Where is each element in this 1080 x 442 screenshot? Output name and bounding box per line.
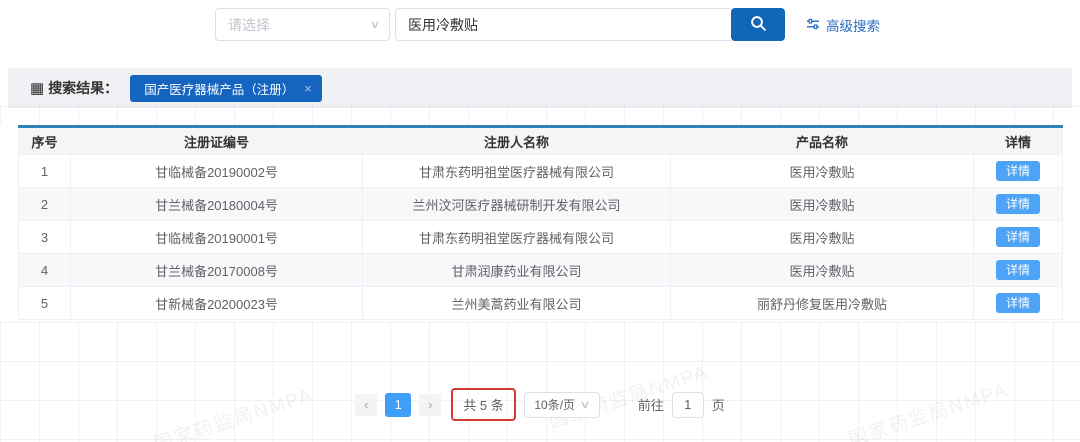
detail-button[interactable]: 详情 (996, 227, 1040, 247)
goto-page-input[interactable] (672, 392, 704, 418)
category-select-placeholder: 请选择 (228, 15, 270, 35)
filter-tag-label: 国产医疗器械产品（注册） (144, 79, 294, 98)
goto-label: 前往 (638, 395, 664, 414)
pagination: ‹ 1 › 共 5 条 10条/页 ∨ 前往 页 (0, 388, 1080, 421)
cell-detail: 详情 (974, 188, 1063, 221)
cell-cert-no: 甘新械备20200023号 (71, 287, 363, 320)
detail-button[interactable]: 详情 (996, 161, 1040, 181)
cell-no: 3 (19, 221, 71, 254)
cell-registrant: 甘肃东药明祖堂医疗器械有限公司 (363, 221, 671, 254)
grid-watermark-strip (0, 106, 1080, 125)
table-row: 2 甘兰械备20180004号 兰州汶河医疗器械研制开发有限公司 医用冷敷贴 详… (19, 188, 1063, 221)
cell-cert-no: 甘临械备20190001号 (71, 221, 363, 254)
header-cert-no: 注册证编号 (71, 127, 363, 155)
cell-cert-no: 甘临械备20190002号 (71, 155, 363, 188)
cell-detail: 详情 (974, 287, 1063, 320)
chevron-down-icon: ∨ (579, 398, 590, 411)
page-size-value: 10条/页 (534, 396, 575, 413)
cell-product: 医用冷敷贴 (671, 188, 974, 221)
table-header: 序号 注册证编号 注册人名称 产品名称 详情 (19, 127, 1063, 155)
prev-page-button[interactable]: ‹ (355, 394, 377, 416)
annotation-red-box: 共 5 条 (451, 388, 515, 421)
table-body: 1 甘临械备20190002号 甘肃东药明祖堂医疗器械有限公司 医用冷敷贴 详情… (19, 155, 1063, 320)
cell-registrant: 甘肃东药明祖堂医疗器械有限公司 (363, 155, 671, 188)
cell-registrant: 兰州美蒿药业有限公司 (363, 287, 671, 320)
table-row: 3 甘临械备20190001号 甘肃东药明祖堂医疗器械有限公司 医用冷敷贴 详情 (19, 221, 1063, 254)
grid-watermark-zone (0, 322, 1080, 442)
cell-no: 2 (19, 188, 71, 221)
header-product: 产品名称 (671, 127, 974, 155)
page-size-select[interactable]: 10条/页 ∨ (524, 392, 600, 418)
filter-sliders-icon (806, 17, 820, 34)
cell-product: 医用冷敷贴 (671, 221, 974, 254)
next-page-button[interactable]: › (419, 394, 441, 416)
cell-product: 医用冷敷贴 (671, 155, 974, 188)
keyword-input[interactable] (395, 8, 731, 41)
cell-detail: 详情 (974, 254, 1063, 287)
detail-button[interactable]: 详情 (996, 260, 1040, 280)
grid-icon: ▦ (30, 79, 44, 97)
search-button[interactable] (731, 8, 785, 41)
close-icon[interactable]: × (304, 81, 312, 96)
cell-detail: 详情 (974, 155, 1063, 188)
cell-cert-no: 甘兰械备20170008号 (71, 254, 363, 287)
cell-registrant: 兰州汶河医疗器械研制开发有限公司 (363, 188, 671, 221)
cell-registrant: 甘肃润康药业有限公司 (363, 254, 671, 287)
header-registrant: 注册人名称 (363, 127, 671, 155)
cell-detail: 详情 (974, 221, 1063, 254)
page-1-button[interactable]: 1 (385, 393, 411, 417)
search-results-page: 请选择 ∨ 高级搜索 ▦ 搜索结果： 国产医疗器械产品（注册） × (0, 0, 1080, 442)
detail-button[interactable]: 详情 (996, 293, 1040, 313)
results-table: 序号 注册证编号 注册人名称 产品名称 详情 1 甘临械备20190002号 甘… (18, 125, 1063, 320)
page-unit-label: 页 (712, 395, 725, 414)
advanced-search-label: 高级搜索 (826, 15, 880, 35)
table-row: 1 甘临械备20190002号 甘肃东药明祖堂医疗器械有限公司 医用冷敷贴 详情 (19, 155, 1063, 188)
results-strip: ▦ 搜索结果： 国产医疗器械产品（注册） × (8, 68, 1072, 108)
cell-cert-no: 甘兰械备20180004号 (71, 188, 363, 221)
cell-product: 丽舒丹修复医用冷敷贴 (671, 287, 974, 320)
cell-no: 1 (19, 155, 71, 188)
cell-no: 4 (19, 254, 71, 287)
total-count-label: 共 5 条 (463, 398, 503, 413)
results-label: 搜索结果： (48, 78, 118, 98)
category-select[interactable]: 请选择 ∨ (215, 8, 390, 41)
search-icon (750, 15, 767, 35)
header-no: 序号 (19, 127, 71, 155)
chevron-down-icon: ∨ (369, 18, 380, 31)
cell-no: 5 (19, 287, 71, 320)
detail-button[interactable]: 详情 (996, 194, 1040, 214)
table-row: 5 甘新械备20200023号 兰州美蒿药业有限公司 丽舒丹修复医用冷敷贴 详情 (19, 287, 1063, 320)
header-detail: 详情 (974, 127, 1063, 155)
advanced-search-link[interactable]: 高级搜索 (806, 14, 880, 36)
cell-product: 医用冷敷贴 (671, 254, 974, 287)
table-row: 4 甘兰械备20170008号 甘肃润康药业有限公司 医用冷敷贴 详情 (19, 254, 1063, 287)
filter-tag[interactable]: 国产医疗器械产品（注册） × (130, 75, 322, 102)
